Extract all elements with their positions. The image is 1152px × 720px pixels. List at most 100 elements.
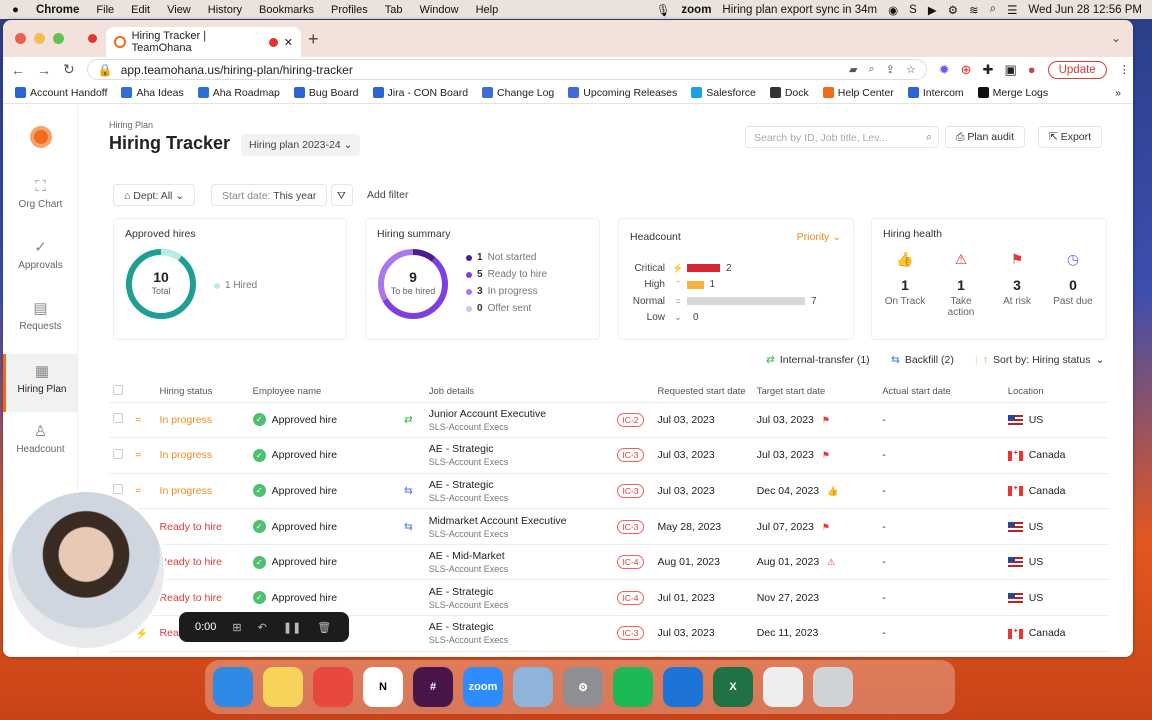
- table-row[interactable]: = In progress ✓ Approved hire ⇆ AE - Strategi…: [109, 473, 1109, 510]
- clock[interactable]: Wed Jun 28 12:56 PM: [1028, 4, 1142, 16]
- column-header[interactable]: Location: [1003, 382, 1109, 403]
- new-tab-icon[interactable]: +: [308, 29, 319, 50]
- start-date-filter[interactable]: Start date: This year: [211, 184, 328, 206]
- employee-name[interactable]: ✓ Approved hire: [252, 448, 421, 462]
- nav-approvals[interactable]: ✓ Approvals: [3, 238, 78, 271]
- row-checkbox[interactable]: [113, 484, 123, 495]
- job-details-cell[interactable]: Junior Account Executive SLS-Account Exec…: [424, 402, 654, 439]
- hiring-status[interactable]: In progress: [160, 485, 213, 497]
- table-row[interactable]: = In progress ✓ Approved hire ⇄ Junior Accoun…: [109, 402, 1109, 439]
- search-icon[interactable]: ⌕: [926, 131, 932, 144]
- spotlight-icon[interactable]: ⌕: [990, 3, 996, 16]
- menu-bookmarks[interactable]: Bookmarks: [259, 4, 314, 16]
- extensions-puzzle-icon[interactable]: ✚: [983, 62, 994, 78]
- hiring-status[interactable]: In progress: [160, 414, 213, 426]
- forward-icon[interactable]: →: [37, 62, 51, 78]
- job-details-cell[interactable]: AE - Strategic SLS-Account Execs IC-4: [424, 579, 654, 617]
- sidebar-icon[interactable]: ▣: [1004, 62, 1016, 78]
- column-header[interactable]: Target start date: [752, 382, 879, 403]
- back-icon[interactable]: ←: [11, 62, 25, 78]
- bookmark-item[interactable]: Aha Ideas: [121, 87, 184, 99]
- health-item[interactable]: ◷ 0 Past due: [1048, 251, 1098, 307]
- sort-dropdown[interactable]: | ↑ Sort by: Hiring status ⌄: [975, 354, 1104, 366]
- hiring-status[interactable]: Ready to hire: [160, 556, 222, 568]
- notification-text[interactable]: Hiring plan export sync in 34m: [722, 4, 877, 16]
- health-item[interactable]: ⚑ 3 At risk: [992, 251, 1042, 307]
- employee-name[interactable]: ✓ Approved hire: [252, 591, 421, 605]
- menu-view[interactable]: View: [167, 4, 191, 16]
- table-row[interactable]: ⚡Ready to hire✓Approved hire⇆Midmarket A…: [109, 508, 1109, 545]
- pause-icon[interactable]: ❚❚: [283, 621, 301, 634]
- hiring-status[interactable]: In progress: [160, 449, 213, 461]
- dept-filter[interactable]: ⌂ Dept: All ⌄: [113, 184, 196, 206]
- bookmark-item[interactable]: Help Center: [822, 87, 894, 99]
- row-select-cell[interactable]: [109, 651, 132, 657]
- bookmark-item[interactable]: Dock: [769, 87, 809, 99]
- tab-list-chevron-icon[interactable]: ⌄: [1111, 31, 1121, 45]
- trash-app-icon[interactable]: [813, 667, 853, 707]
- health-item[interactable]: ⚠ 1 Take action: [936, 251, 986, 318]
- menu-window[interactable]: Window: [419, 4, 458, 16]
- column-header[interactable]: Actual start date: [878, 382, 1004, 403]
- zoom-status[interactable]: zoom: [681, 4, 711, 16]
- internal-transfer-filter[interactable]: ⇄ Internal-transfer (1): [766, 354, 870, 366]
- menu-file[interactable]: File: [96, 4, 114, 16]
- zoom-window-button[interactable]: [53, 33, 64, 44]
- menu-tab[interactable]: Tab: [385, 4, 403, 16]
- grid-icon[interactable]: ⊞: [232, 621, 241, 634]
- profile-avatar-icon[interactable]: ●: [1028, 62, 1036, 77]
- job-details-cell[interactable]: AE - StrategicSLS-Account Execs IC-3: [424, 615, 654, 652]
- menu-edit[interactable]: Edit: [131, 4, 150, 16]
- employee-name[interactable]: ✓ Approved hire ⇆: [252, 520, 421, 534]
- column-header[interactable]: Hiring status: [155, 382, 249, 403]
- preview-app-icon[interactable]: [513, 667, 553, 707]
- undo-icon[interactable]: ↶: [258, 621, 267, 634]
- thumbnail-app-icon[interactable]: [763, 667, 803, 707]
- share-icon[interactable]: ⇪: [886, 63, 895, 76]
- zoom-app-icon[interactable]: zoom: [463, 667, 503, 707]
- row-checkbox[interactable]: [113, 413, 123, 424]
- finder-app-icon[interactable]: [213, 667, 253, 707]
- table-row[interactable]: = In progress ✓ Approved hire AE - Strategic…: [109, 437, 1109, 474]
- select-all-cell[interactable]: [109, 382, 132, 403]
- table-row[interactable]: ⚡Ready to hire✓Approved hireAE - Strateg…: [109, 579, 1109, 617]
- settings-icon[interactable]: ⚙: [948, 3, 958, 17]
- reload-icon[interactable]: ↻: [63, 61, 75, 78]
- settings-app-icon[interactable]: ⚙: [563, 667, 603, 707]
- job-details-cell[interactable]: AE - StrategicSLS-Account Execs IC-3: [424, 473, 654, 510]
- chrome-app-icon[interactable]: [313, 667, 353, 707]
- wifi-icon[interactable]: ≋: [969, 3, 979, 17]
- bookmark-item[interactable]: Merge Logs: [977, 87, 1048, 99]
- bookmark-item[interactable]: Aha Roadmap: [197, 87, 280, 99]
- url-field[interactable]: 🔒 app.teamohana.us/hiring-plan/hiring-tr…: [86, 59, 927, 80]
- update-button[interactable]: Update: [1047, 60, 1107, 79]
- row-checkbox[interactable]: [113, 448, 123, 459]
- row-select-cell[interactable]: [109, 437, 132, 474]
- pycharm-app-icon[interactable]: [663, 667, 703, 707]
- plan-select[interactable]: Hiring plan 2023-24 ⌄: [241, 134, 361, 156]
- lock-icon[interactable]: 🔒: [98, 63, 113, 77]
- table-row[interactable]: ⚡Ready to hire✓Approved hireAE - Strateg…: [109, 651, 1109, 657]
- job-details-cell[interactable]: AE - Mid-Market SLS-Account Execs IC-4: [424, 544, 654, 581]
- job-details-cell[interactable]: AE - StrategicSLS-Account Execs IC-3: [424, 437, 654, 474]
- teamohana-logo[interactable]: [30, 126, 52, 148]
- excel-app-icon[interactable]: X: [713, 667, 753, 707]
- spotify-app-icon[interactable]: [613, 667, 653, 707]
- export-button[interactable]: ⇱ Export: [1038, 126, 1103, 148]
- browser-menu-icon[interactable]: ⋮: [1119, 63, 1130, 76]
- more-bookmarks-icon[interactable]: »: [1115, 87, 1121, 99]
- column-header[interactable]: Job details: [424, 382, 654, 403]
- play-icon[interactable]: ▶: [928, 3, 937, 17]
- menu-help[interactable]: Help: [476, 4, 499, 16]
- close-window-button[interactable]: [15, 33, 26, 44]
- slack-app-icon[interactable]: #: [413, 667, 453, 707]
- tab-hiring-tracker[interactable]: Hiring Tracker | TeamOhana ✕: [106, 27, 301, 57]
- bookmark-item[interactable]: Change Log: [482, 87, 554, 99]
- trash-icon[interactable]: 🗑: [317, 621, 331, 634]
- location-icon[interactable]: ◉: [888, 3, 898, 17]
- add-filter-button[interactable]: Add filter: [357, 184, 419, 206]
- backfill-filter[interactable]: ⇆ Backfill (2): [891, 354, 954, 366]
- job-details-cell[interactable]: Midmarket Account Executive SLS-Account E…: [424, 508, 654, 545]
- extension-shield-icon[interactable]: ⊕: [961, 62, 972, 78]
- nav-requests[interactable]: ▤ Requests: [3, 299, 78, 332]
